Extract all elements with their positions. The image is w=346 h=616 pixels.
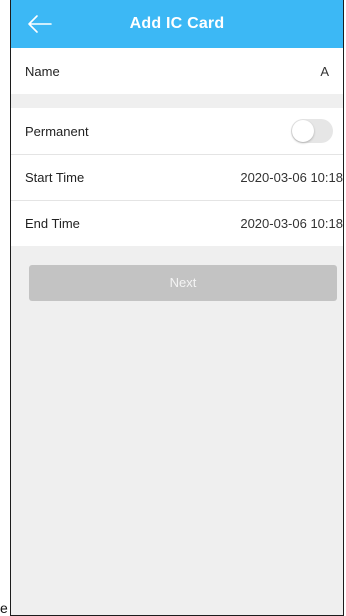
app-screen: Add IC Card Name A Permanent Start Time … — [10, 0, 344, 616]
top-bar: Add IC Card — [11, 0, 343, 48]
name-row[interactable]: Name A — [11, 48, 343, 94]
end-time-value: 2020-03-06 10:18 — [240, 216, 343, 231]
start-time-row[interactable]: Start Time 2020-03-06 10:18 — [11, 154, 343, 200]
toggle-knob — [292, 120, 314, 142]
end-time-row[interactable]: End Time 2020-03-06 10:18 — [11, 200, 343, 246]
name-section: Name A — [11, 48, 343, 94]
permanent-toggle[interactable] — [291, 119, 333, 143]
page-title: Add IC Card — [129, 15, 225, 32]
start-time-value: 2020-03-06 10:18 — [240, 170, 343, 185]
start-time-label: Start Time — [25, 170, 85, 185]
permanent-row: Permanent — [11, 108, 343, 154]
edge-text: e — [0, 600, 8, 616]
name-value: A — [320, 63, 329, 79]
end-time-label: End Time — [25, 216, 80, 231]
next-button[interactable]: Next — [29, 265, 337, 301]
name-label: Name — [25, 63, 60, 79]
validity-section: Permanent Start Time 2020-03-06 10:18 En… — [11, 108, 343, 246]
